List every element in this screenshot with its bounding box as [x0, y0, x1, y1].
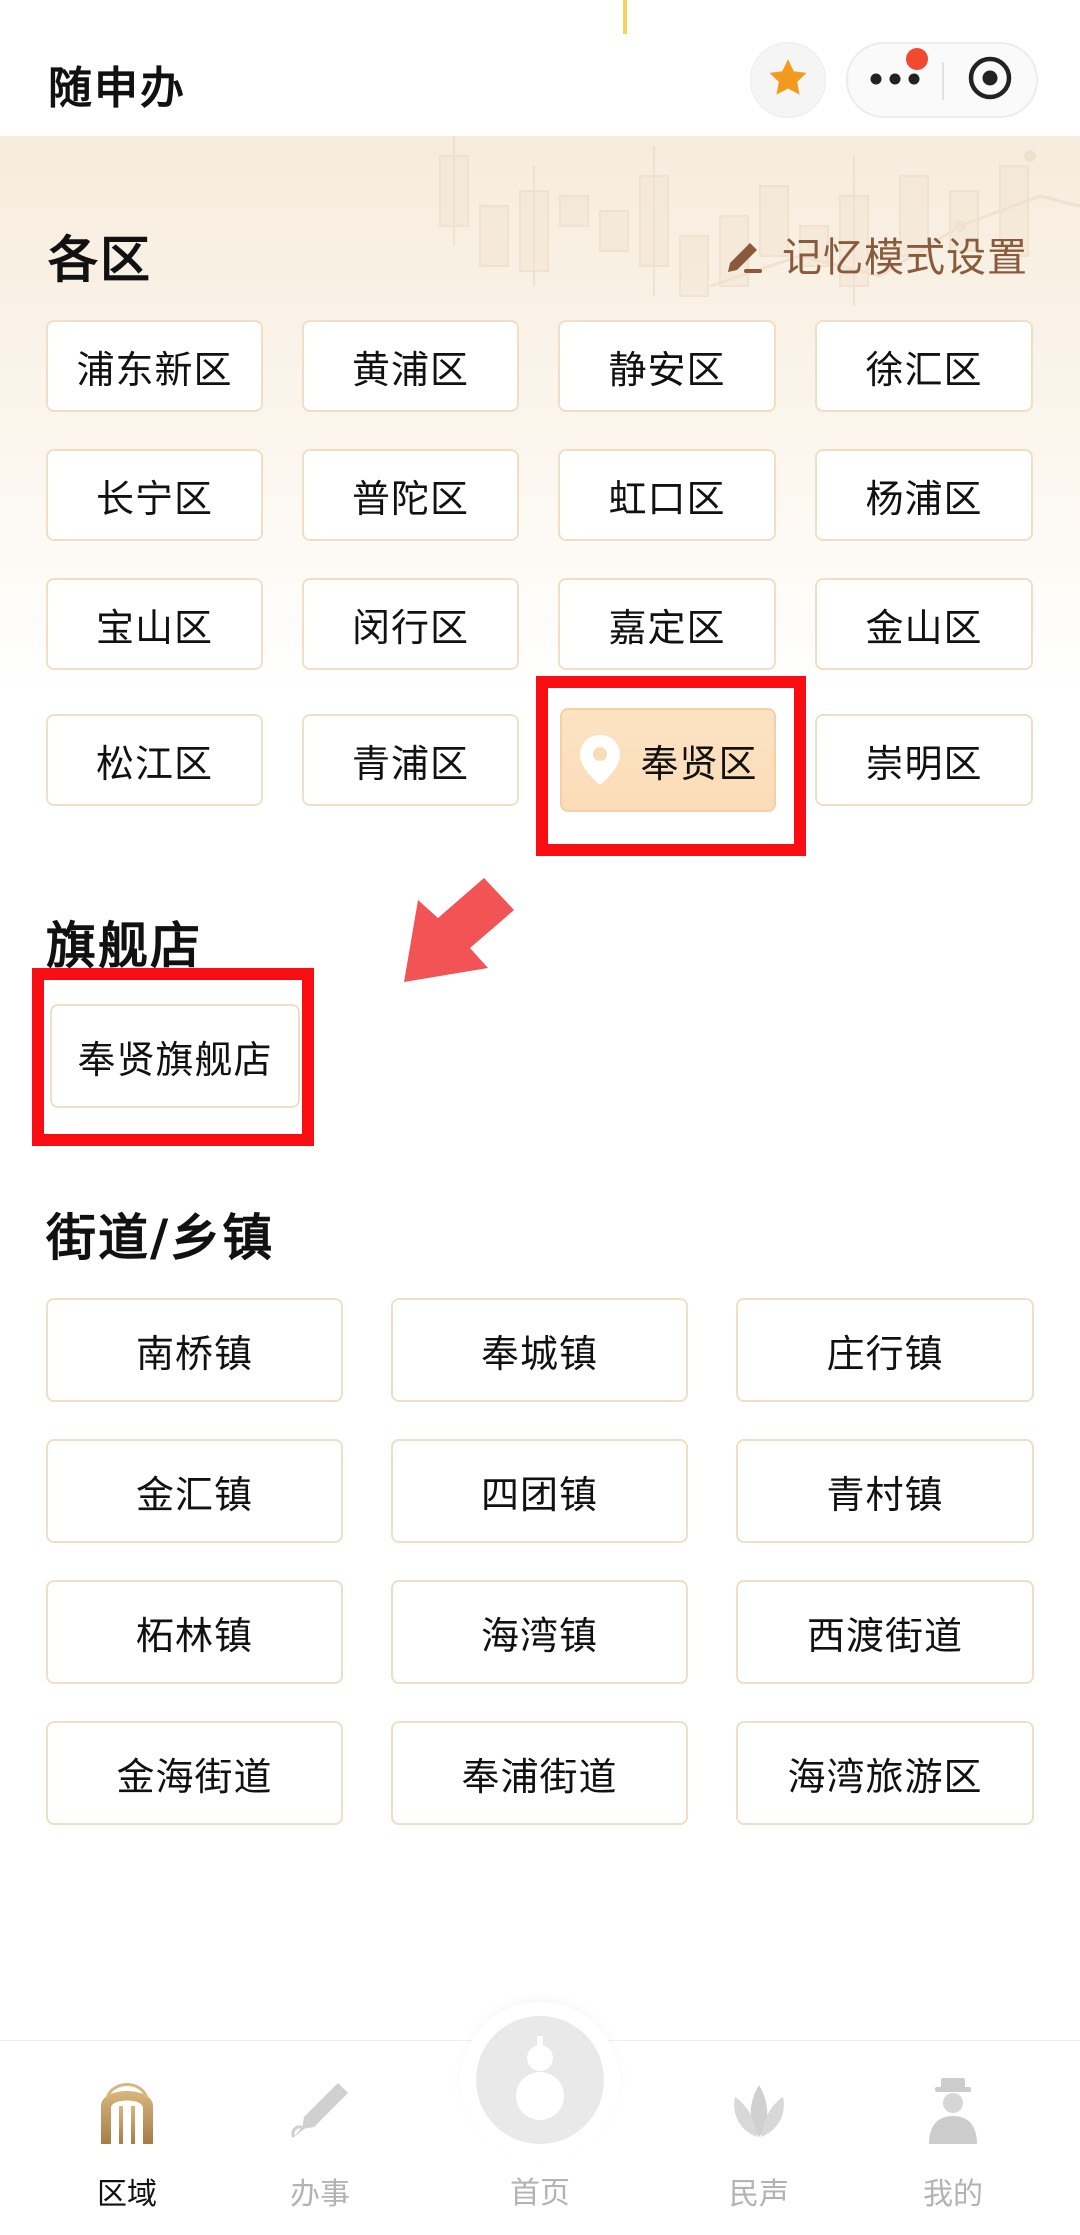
district-chip[interactable]: 宝山区: [46, 578, 263, 670]
gourd-icon: [476, 2016, 604, 2144]
town-chip[interactable]: 南桥镇: [46, 1298, 343, 1402]
tab-voice[interactable]: 民声: [669, 2041, 849, 2235]
district-chip[interactable]: 普陀区: [302, 449, 519, 541]
tab-label: 办事: [290, 2177, 350, 2212]
district-chip[interactable]: 松江区: [46, 714, 263, 806]
town-chip[interactable]: 柘林镇: [46, 1580, 343, 1684]
tab-mine[interactable]: 我的: [863, 2041, 1043, 2235]
district-chip[interactable]: 浦东新区: [46, 320, 263, 412]
towns-title: 街道/乡镇: [46, 1209, 275, 1267]
district-chip[interactable]: 虹口区: [558, 449, 776, 541]
district-chip[interactable]: 嘉定区: [558, 578, 776, 670]
district-chip[interactable]: 金山区: [815, 578, 1033, 670]
district-chip[interactable]: 静安区: [558, 320, 776, 412]
town-chip[interactable]: 青村镇: [736, 1439, 1034, 1543]
annotation-arrow-icon: [404, 878, 514, 982]
target-close-icon: [967, 55, 1013, 105]
memory-mode-settings-link[interactable]: 记忆模式设置: [722, 224, 1028, 284]
district-chip[interactable]: 长宁区: [46, 449, 263, 541]
town-chip[interactable]: 四团镇: [391, 1439, 688, 1543]
district-chip[interactable]: 青浦区: [302, 714, 519, 806]
town-chip[interactable]: 奉浦街道: [391, 1721, 688, 1825]
district-chip[interactable]: 杨浦区: [815, 449, 1033, 541]
tab-home[interactable]: [460, 2002, 620, 2162]
tab-label: 区域: [97, 2177, 157, 2212]
tab-home-label: 首页: [510, 2176, 570, 2211]
town-chip[interactable]: 海湾镇: [391, 1580, 688, 1684]
archway-icon: [87, 2071, 167, 2151]
district-chip[interactable]: 黄浦区: [302, 320, 519, 412]
tab-region[interactable]: 区域: [37, 2041, 217, 2235]
close-button[interactable]: [944, 44, 1036, 116]
app-title: 随申办: [48, 63, 186, 114]
tab-label: 我的: [923, 2177, 983, 2212]
edit-pencil-icon: [722, 231, 768, 277]
notification-dot: [906, 48, 928, 70]
pen-icon: [280, 2071, 360, 2151]
memory-mode-label: 记忆模式设置: [782, 235, 1028, 281]
town-chip[interactable]: 海湾旅游区: [736, 1721, 1034, 1825]
page: 随申办 各区 记忆模式设置 浦东新区 黄浦区 静安区 徐汇区 长宁区 普陀区 虹…: [0, 0, 1080, 2235]
top-bar: 随申办: [0, 0, 1080, 136]
status-marker: [623, 0, 627, 34]
magnolia-icon: [719, 2071, 799, 2151]
town-chip[interactable]: 西渡街道: [736, 1580, 1034, 1684]
tab-affairs[interactable]: 办事: [230, 2041, 410, 2235]
person-icon: [913, 2071, 993, 2151]
town-chip[interactable]: 奉城镇: [391, 1298, 688, 1402]
annotation-box-flagship-store: [32, 968, 314, 1146]
tab-label: 民声: [729, 2177, 789, 2212]
town-chip[interactable]: 金汇镇: [46, 1439, 343, 1543]
town-chip[interactable]: 庄行镇: [736, 1298, 1034, 1402]
more-dots-icon: [869, 71, 921, 90]
star-icon: [766, 56, 810, 104]
town-chip[interactable]: 金海街道: [46, 1721, 343, 1825]
more-button[interactable]: [848, 44, 942, 116]
annotation-box-selected-district: [536, 676, 806, 856]
district-chip[interactable]: 崇明区: [815, 714, 1033, 806]
districts-title: 各区: [48, 231, 152, 289]
favorite-button[interactable]: [750, 42, 826, 118]
mini-program-capsule: [846, 42, 1038, 118]
district-chip[interactable]: 闵行区: [302, 578, 519, 670]
district-chip[interactable]: 徐汇区: [815, 320, 1033, 412]
